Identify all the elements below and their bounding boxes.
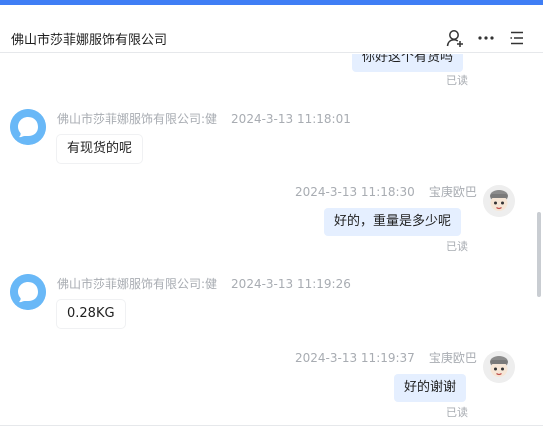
message-meta: 2024-3-13 11:19:37 宝庚欧巴 <box>295 349 477 366</box>
list-icon[interactable] <box>507 28 527 48</box>
sender-name: 佛山市莎菲娜服饰有限公司:健 <box>57 112 218 126</box>
user-avatar[interactable] <box>483 351 515 383</box>
message-meta: 2024-3-13 11:18:30 宝庚欧巴 <box>295 183 477 200</box>
more-icon[interactable] <box>476 28 496 48</box>
outgoing-message-bubble[interactable]: 好的谢谢 <box>394 374 467 402</box>
message-time: 2024-3-13 11:18:30 <box>295 185 415 199</box>
message-time: 2024-3-13 11:19:37 <box>295 351 415 365</box>
sender-name: 佛山市莎菲娜服饰有限公司:健 <box>57 277 218 291</box>
chat-title: 佛山市莎菲娜服饰有限公司 <box>11 33 168 48</box>
message-meta: 佛山市莎菲娜服饰有限公司:健 2024-3-13 11:19:26 <box>57 275 351 292</box>
read-status: 已读 <box>446 406 468 419</box>
user-avatar[interactable] <box>483 185 515 217</box>
message-list[interactable]: 你好这个有货吗 已读 佛山市莎菲娜服饰有限公司:健 2024-3-13 11:18… <box>0 54 531 424</box>
message-time: 2024-3-13 11:19:26 <box>231 277 351 291</box>
user-add-icon[interactable] <box>445 28 465 48</box>
scrollbar-thumb[interactable] <box>537 212 541 297</box>
message-meta: 佛山市莎菲娜服饰有限公司:健 2024-3-13 11:18:01 <box>57 110 351 127</box>
outgoing-message-bubble[interactable]: 你好这个有货吗 <box>352 54 464 72</box>
sender-name: 宝庚欧巴 <box>428 185 477 199</box>
incoming-message-bubble[interactable]: 有现货的呢 <box>57 135 143 163</box>
outgoing-message-bubble[interactable]: 好的，重量是多少呢 <box>324 208 462 236</box>
divider <box>0 425 543 426</box>
sender-name: 宝庚欧巴 <box>428 351 477 365</box>
message-time: 2024-3-13 11:18:01 <box>231 112 351 126</box>
read-status: 已读 <box>446 240 468 253</box>
sender-avatar[interactable] <box>10 109 46 145</box>
chat-header: 佛山市莎菲娜服饰有限公司 <box>0 5 543 53</box>
incoming-message-bubble[interactable]: 0.28KG <box>57 300 125 328</box>
sender-avatar[interactable] <box>10 274 46 310</box>
read-status: 已读 <box>446 74 468 87</box>
